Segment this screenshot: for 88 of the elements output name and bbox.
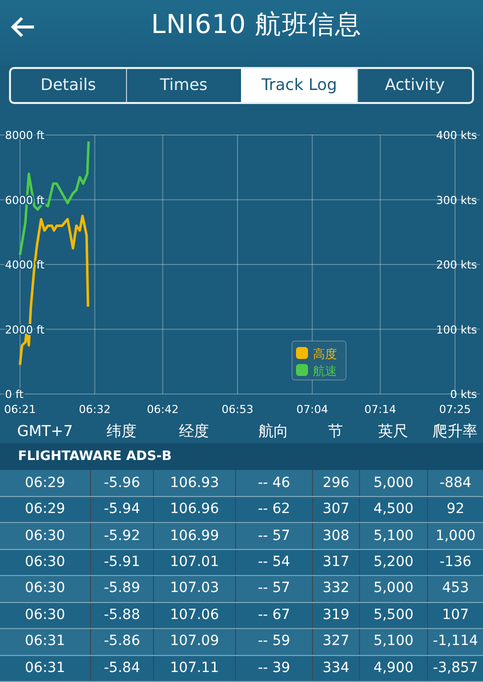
column-header: 爬升率 bbox=[432, 421, 478, 442]
table-cell-text: 06:30 bbox=[24, 526, 66, 546]
tab[interactable]: Details bbox=[11, 68, 126, 102]
table-cell: 4,500 bbox=[359, 496, 427, 522]
table-cell: 1,000 bbox=[427, 523, 483, 549]
column-header: 经度 bbox=[178, 421, 210, 442]
x-axis-label: 07:25 bbox=[439, 402, 471, 416]
column-header: 航向 bbox=[258, 421, 290, 442]
column-header: 纬度 bbox=[106, 421, 138, 442]
table-cell: 5,100 bbox=[359, 523, 427, 549]
table-cell-text: 06:31 bbox=[24, 658, 66, 678]
table-cell: -5.89 bbox=[90, 576, 153, 602]
y-axis-label: 0 kts bbox=[450, 388, 477, 401]
table-cell: 5,000 bbox=[359, 576, 427, 602]
table-cell-text: 06:30 bbox=[24, 606, 66, 625]
legend-label: 高度 bbox=[313, 346, 337, 361]
table-cell: -5.86 bbox=[90, 629, 153, 655]
table-cell: 334 bbox=[312, 656, 359, 681]
table-cell: -- 67 bbox=[235, 602, 312, 628]
x-axis-label: 06:21 bbox=[4, 402, 36, 416]
table-cell: 106.99 bbox=[153, 523, 235, 549]
table-cell-text: 06:29 bbox=[24, 474, 66, 493]
table-cell: 307 bbox=[312, 496, 359, 522]
y-axis-label: 4000 ft bbox=[5, 258, 44, 272]
table-cell: 5,500 bbox=[359, 602, 427, 628]
table-cell-text: 06:30 bbox=[24, 579, 66, 598]
table-cell: 5,100 bbox=[359, 629, 427, 655]
table-cell: -5.96 bbox=[90, 470, 153, 496]
table-cell: -- 57 bbox=[235, 576, 312, 602]
table-cell: -- 46 bbox=[235, 470, 312, 496]
table-cell: 107.11 bbox=[153, 656, 235, 681]
table-cell: -- 57 bbox=[235, 523, 312, 549]
column-header: 英尺 bbox=[377, 421, 409, 442]
x-axis-label: 07:04 bbox=[296, 402, 328, 416]
table-cell: 327 bbox=[312, 629, 359, 655]
table-cell: 106.96 bbox=[153, 496, 235, 522]
table-cell: 308 bbox=[312, 523, 359, 549]
table-cell: 332 bbox=[312, 576, 359, 602]
y-axis-label: 6000 ft bbox=[5, 193, 44, 206]
table-cell: -5.84 bbox=[90, 656, 153, 681]
table-cell: 317 bbox=[312, 550, 359, 576]
column-header: GMT+7 bbox=[16, 421, 74, 442]
window-title: LNI610 航班信息 bbox=[151, 8, 362, 42]
tab[interactable]: Activity bbox=[356, 68, 472, 102]
y-axis-label: 200 kts bbox=[436, 258, 477, 272]
x-axis-label: 06:32 bbox=[78, 402, 111, 416]
table-cell: 453 bbox=[427, 576, 483, 602]
section-header: FLIGHTAWARE ADS-B bbox=[0, 443, 483, 470]
table-cell: 319 bbox=[312, 602, 359, 628]
table-cell: 106.93 bbox=[153, 470, 235, 496]
table-cell-text: 06:30 bbox=[24, 553, 66, 572]
y-axis-label: 0 ft bbox=[5, 388, 24, 401]
y-axis-label: 400 kts bbox=[436, 128, 477, 142]
table-cell: -5.91 bbox=[90, 550, 153, 576]
table-cell: 107.06 bbox=[153, 602, 235, 628]
column-header: 节 bbox=[327, 421, 344, 442]
table-cell-text: 06:31 bbox=[24, 632, 66, 652]
tab[interactable]: Track Log bbox=[241, 68, 356, 102]
table-cell: 107 bbox=[427, 602, 483, 628]
table-cell: 5,000 bbox=[359, 470, 427, 496]
table-cell: -- 39 bbox=[235, 656, 312, 681]
table-cell: 107.03 bbox=[153, 576, 235, 602]
legend-label: 航速 bbox=[313, 364, 337, 378]
table-cell: 296 bbox=[312, 470, 359, 496]
table-cell: -5.88 bbox=[90, 602, 153, 628]
y-axis-label: 100 kts bbox=[436, 322, 477, 336]
table-cell: 107.09 bbox=[153, 629, 235, 655]
table-cell: -- 59 bbox=[235, 629, 312, 655]
table-cell: -1,114 bbox=[427, 629, 483, 655]
table-cell: -5.92 bbox=[90, 523, 153, 549]
table-cell: 4,900 bbox=[359, 656, 427, 681]
x-axis-label: 07:14 bbox=[364, 402, 396, 416]
table-cell-text: 06:29 bbox=[24, 500, 66, 520]
table-cell: -- 62 bbox=[235, 496, 312, 522]
chart-legend bbox=[292, 340, 346, 380]
table-cell: -5.94 bbox=[90, 496, 153, 522]
table-cell: -884 bbox=[427, 470, 483, 496]
table-cell: 92 bbox=[427, 496, 483, 522]
y-axis-label: 8000 ft bbox=[5, 128, 44, 142]
x-axis-label: 06:53 bbox=[222, 402, 254, 416]
table-cell: -3,857 bbox=[427, 656, 483, 681]
table-cell: 5,200 bbox=[359, 550, 427, 576]
back-arrow-icon bbox=[10, 16, 36, 38]
table-cell: -- 54 bbox=[235, 550, 312, 576]
table-cell: 107.01 bbox=[153, 550, 235, 576]
table-cell: -136 bbox=[427, 550, 483, 576]
y-axis-label: 300 kts bbox=[436, 193, 477, 206]
x-axis-label: 06:42 bbox=[146, 402, 179, 416]
